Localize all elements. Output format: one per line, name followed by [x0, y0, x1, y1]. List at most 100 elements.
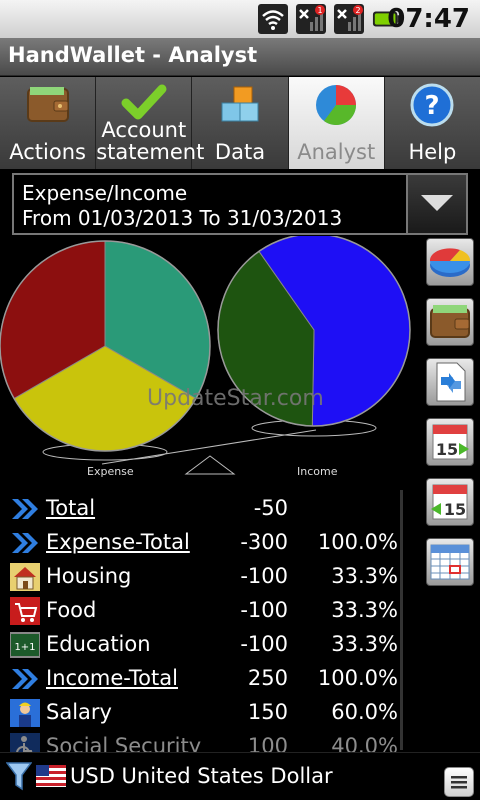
chalkboard-icon: 1+1 — [10, 632, 40, 658]
pie-3d-icon — [429, 248, 471, 277]
svg-text:1+1: 1+1 — [14, 642, 35, 653]
table-row[interactable]: Total -50 — [0, 492, 404, 526]
menu-button[interactable] — [444, 767, 474, 797]
chart-area: UpdateStar.com Expense Income — [0, 233, 420, 486]
row-name: Food — [46, 598, 97, 622]
pie-chart-icon — [316, 85, 357, 125]
tab-account-statement[interactable]: Account statement — [96, 77, 205, 169]
pie-view-button[interactable] — [426, 238, 474, 286]
house-icon — [10, 563, 40, 591]
period-selector[interactable]: Expense/Income From 01/03/2013 To 31/03/… — [12, 173, 468, 235]
pie-charts — [0, 233, 411, 475]
filter-icon[interactable] — [6, 761, 32, 791]
row-percent: 100.0% — [317, 666, 398, 690]
bottom-bar: USD United States Dollar — [0, 752, 480, 800]
sim2-badge: 2 — [355, 6, 360, 15]
previous-date-button[interactable]: 15 — [426, 478, 474, 526]
row-percent: 33.3% — [331, 598, 398, 622]
tab-help-label: Help — [408, 140, 457, 164]
row-amount: -100 — [240, 632, 288, 656]
income-chart-label: Income — [297, 465, 338, 478]
calendar-grid-icon — [430, 544, 470, 580]
row-percent: 60.0% — [331, 700, 398, 724]
tab-bar: Actions Account statement Data Analyst ?… — [0, 77, 480, 169]
row-name[interactable]: Expense-Total — [46, 530, 190, 554]
analysis-table: Total -50 Expense-Total -300 100.0% Hous… — [0, 488, 404, 752]
sim1-badge: 1 — [317, 6, 322, 15]
wallet-button[interactable] — [426, 298, 474, 346]
menu-icon — [451, 776, 467, 789]
selector-type: Expense/Income — [22, 181, 188, 205]
row-name: Education — [46, 632, 151, 656]
wallet-icon — [430, 305, 470, 338]
shopping-cart-icon — [10, 597, 40, 625]
row-name: Housing — [46, 564, 132, 588]
row-name[interactable]: Income-Total — [46, 666, 178, 690]
transfer-button[interactable] — [426, 358, 474, 406]
us-flag-icon — [36, 765, 66, 787]
double-chevron-icon — [12, 533, 38, 553]
app-title: HandWallet - Analyst — [8, 43, 258, 67]
row-percent: 40.0% — [331, 734, 398, 752]
row-name: Social Security — [46, 734, 202, 752]
row-amount: 150 — [247, 700, 288, 724]
double-chevron-icon — [12, 669, 38, 689]
tab-data-label: Data — [214, 140, 266, 164]
table-row[interactable]: Income-Total 250 100.0% — [0, 662, 404, 696]
selector-dropdown-button[interactable] — [406, 175, 466, 233]
row-percent: 33.3% — [331, 564, 398, 588]
double-chevron-icon — [12, 499, 38, 519]
row-amount: -50 — [253, 496, 288, 520]
chevron-down-icon — [421, 195, 453, 211]
signal-sim2-icon: 2 — [334, 4, 364, 34]
tab-help[interactable]: ? Help — [385, 77, 480, 169]
row-amount: -100 — [240, 564, 288, 588]
calendar-forward-icon: 15 — [432, 424, 469, 460]
row-name[interactable]: Total — [46, 496, 95, 520]
signal-sim1-icon: 1 — [296, 4, 326, 34]
status-bar: 1 2 07:47 — [0, 0, 480, 38]
tab-actions-label: Actions — [9, 140, 86, 164]
table-row[interactable]: Food -100 33.3% — [0, 594, 404, 628]
row-name: Salary — [46, 700, 112, 724]
wallet-icon — [26, 87, 69, 122]
table-row[interactable]: Housing -100 33.3% — [0, 560, 404, 594]
svg-text:?: ? — [425, 91, 440, 121]
tab-actions[interactable]: Actions — [0, 77, 97, 169]
title-bar: HandWallet - Analyst — [0, 38, 480, 76]
currency-label[interactable]: USD United States Dollar — [70, 764, 333, 788]
tab-analyst[interactable]: Analyst — [288, 77, 385, 169]
tab-analyst-label: Analyst — [297, 140, 376, 164]
wifi-icon — [258, 4, 288, 34]
row-percent: 100.0% — [317, 530, 398, 554]
blocks-icon — [221, 86, 259, 122]
balance-fulcrum — [184, 455, 236, 475]
row-amount: 100 — [247, 734, 288, 752]
calendar-back-icon: 15 — [431, 484, 468, 520]
next-date-button[interactable]: 15 — [426, 418, 474, 466]
row-amount: -300 — [240, 530, 288, 554]
expense-pie — [0, 240, 211, 452]
tab-account-label-1: Account — [101, 118, 187, 142]
row-amount: 250 — [247, 666, 288, 690]
tab-data[interactable]: Data — [192, 77, 289, 169]
table-row[interactable]: Expense-Total -300 100.0% — [0, 526, 404, 560]
selector-range: From 01/03/2013 To 31/03/2013 — [22, 206, 343, 230]
row-percent: 33.3% — [331, 632, 398, 656]
status-clock: 07:47 — [387, 4, 470, 34]
table-row[interactable]: 1+1 Education -100 33.3% — [0, 628, 404, 662]
calendar-button[interactable] — [426, 538, 474, 586]
svg-text:15: 15 — [436, 440, 458, 459]
table-row[interactable]: Social Security 100 40.0% — [0, 730, 404, 752]
worker-icon — [10, 699, 40, 727]
table-row[interactable]: Salary 150 60.0% — [0, 696, 404, 730]
help-icon: ? — [410, 83, 454, 127]
document-transfer-icon — [436, 362, 466, 402]
watermark: UpdateStar.com — [147, 386, 324, 411]
svg-text:15: 15 — [444, 500, 466, 519]
wheelchair-icon — [10, 733, 40, 752]
tab-account-label-2: statement — [96, 140, 205, 164]
row-amount: -100 — [240, 598, 288, 622]
table-scrollbar[interactable] — [400, 490, 403, 750]
expense-chart-label: Expense — [87, 465, 134, 478]
